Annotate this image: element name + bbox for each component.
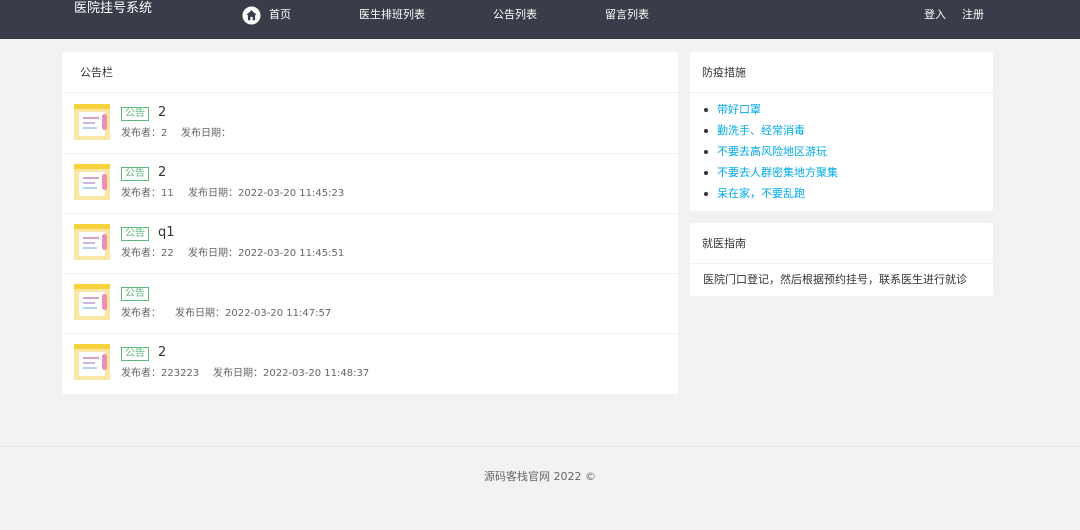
notice-tag: 公告 xyxy=(121,287,149,301)
covid-measure-link[interactable]: 勤洗手、经常消毒 xyxy=(704,124,805,138)
notice-thumbnail[interactable] xyxy=(74,284,110,320)
notice-thumbnail[interactable] xyxy=(74,224,110,260)
login-link[interactable]: 登入 xyxy=(924,7,946,23)
notice-row[interactable]: 公告发布者： 发布日期：2022-03-20 11:47:57 xyxy=(62,274,678,334)
top-navbar: 医院挂号系统 首页 医生排班列表 公告列表 留言列表 登入 注册 xyxy=(0,0,1080,39)
notice-title[interactable]: 2 xyxy=(158,165,166,181)
covid-measure-link[interactable]: 呆在家，不要乱跑 xyxy=(704,187,805,201)
notice-date: 发布日期：2022-03-20 11:45:51 xyxy=(188,248,345,259)
covid-measure-link[interactable]: 不要去人群密集地方聚集 xyxy=(704,166,838,180)
notice-author: 发布者：11 xyxy=(121,188,174,199)
nav-home[interactable]: 首页 xyxy=(269,7,291,23)
notice-author: 发布者：22 xyxy=(121,248,174,259)
notice-thumbnail[interactable] xyxy=(74,164,110,200)
covid-measures-panel: 防疫措施 带好口罩勤洗手、经常消毒不要去高风险地区游玩 不要去人群密集地方聚集 呆在… xyxy=(690,52,993,211)
notice-title[interactable]: q1 xyxy=(158,225,175,241)
notice-row[interactable]: 公告 q1 发布者：22 发布日期：2022-03-20 11:45:51 xyxy=(62,214,678,274)
notice-title[interactable]: 2 xyxy=(158,345,166,361)
covid-measure-link[interactable]: 带好口罩 xyxy=(704,103,761,117)
notice-date: 发布日期：2022-03-20 11:47:57 xyxy=(175,308,332,319)
notice-thumbnail[interactable] xyxy=(74,344,110,380)
notice-tag: 公告 xyxy=(121,107,149,121)
nav-notice-list[interactable]: 公告列表 xyxy=(493,7,537,23)
nav-message-list[interactable]: 留言列表 xyxy=(605,7,649,23)
nav-doctor-schedule[interactable]: 医生排班列表 xyxy=(359,7,425,23)
notice-tag: 公告 xyxy=(121,167,149,181)
notice-board-title: 公告栏 xyxy=(62,52,678,93)
notice-author: 发布者： xyxy=(121,308,161,319)
notice-thumbnail[interactable] xyxy=(74,104,110,140)
register-link[interactable]: 注册 xyxy=(962,7,984,23)
footer: 源码客栈官网 2022 © xyxy=(0,446,1080,530)
medical-guide-panel: 就医指南 医院门口登记，然后根据预约挂号，联系医生进行就诊 xyxy=(690,223,993,296)
medical-guide-text: 医院门口登记，然后根据预约挂号，联系医生进行就诊 xyxy=(703,273,967,286)
notice-row[interactable]: 公告 2 发布者：11 发布日期：2022-03-20 11:45:23 xyxy=(62,154,678,214)
notice-author: 发布者：223223 xyxy=(121,368,200,379)
notice-tag: 公告 xyxy=(121,347,149,361)
site-brand[interactable]: 医院挂号系统 xyxy=(74,1,152,17)
covid-measure-link[interactable]: 不要去高风险地区游玩 xyxy=(704,145,827,159)
notice-board: 公告栏 公告 2 发布者：2 发布日期： 公告 2 发布者：11 发布日期：2022-03-2… xyxy=(62,52,678,394)
footer-copyright: 源码客栈官网 2022 © xyxy=(484,470,596,483)
notice-author: 发布者：2 xyxy=(121,128,168,139)
home-icon[interactable] xyxy=(242,6,261,25)
notice-date: 发布日期： xyxy=(181,128,231,139)
covid-measures-title: 防疫措施 xyxy=(690,52,993,93)
notice-date: 发布日期：2022-03-20 11:48:37 xyxy=(213,368,370,379)
notice-row[interactable]: 公告 2 发布者：223223 发布日期：2022-03-20 11:48:37 xyxy=(62,334,678,394)
notice-row[interactable]: 公告 2 发布者：2 发布日期： xyxy=(62,94,678,154)
notice-title[interactable]: 2 xyxy=(158,105,166,121)
notice-tag: 公告 xyxy=(121,227,149,241)
medical-guide-title: 就医指南 xyxy=(690,223,993,264)
notice-date: 发布日期：2022-03-20 11:45:23 xyxy=(188,188,345,199)
